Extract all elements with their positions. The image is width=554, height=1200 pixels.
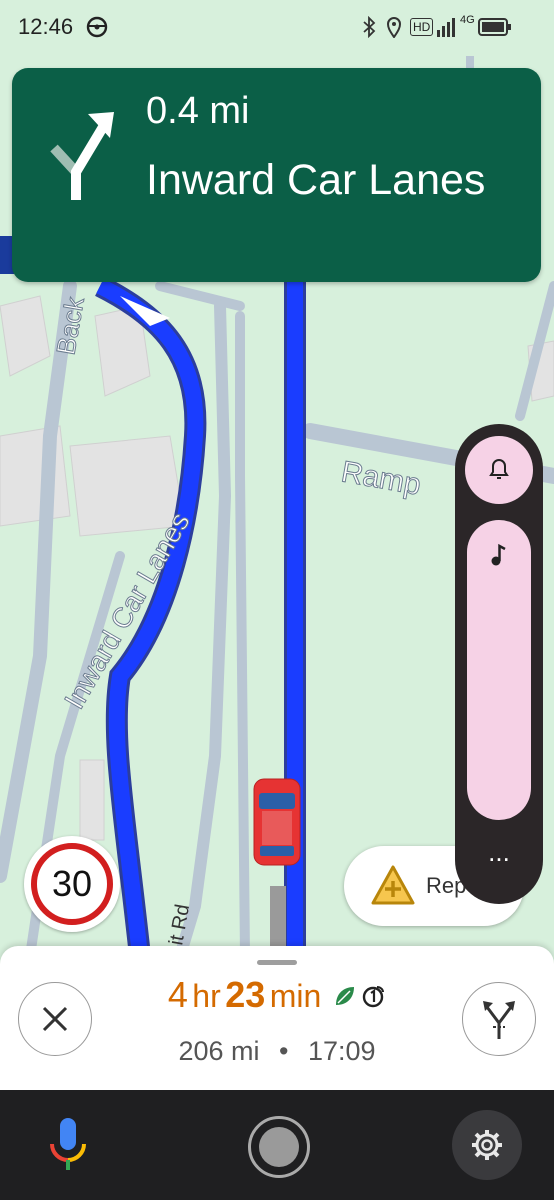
trip-distance: 206 mi <box>178 1036 260 1066</box>
trip-sheet[interactable]: 4 hr 23 min 206 mi • 17:09 <box>0 946 554 1090</box>
hd-icon: HD <box>410 18 434 36</box>
eta-minutes: 23 <box>225 974 266 1015</box>
arrival-time: 17:09 <box>307 1036 376 1066</box>
status-bar: 12:46 HD 4G <box>0 0 554 56</box>
signal-icon <box>437 18 455 37</box>
bluetooth-icon <box>363 16 376 38</box>
more-icon[interactable]: ... <box>481 839 517 878</box>
location-icon <box>386 17 402 38</box>
home-icon <box>259 1127 299 1167</box>
eco-leaf-icon <box>335 987 354 1005</box>
4g-icon: 4G <box>460 14 475 26</box>
side-panel: ... <box>455 424 543 904</box>
navigation-banner[interactable]: 0.4 mi Inward Car Lanes <box>12 68 541 282</box>
route-option-icon <box>362 986 385 1008</box>
steering-wheel-icon <box>86 16 108 38</box>
report-hazard-icon <box>371 865 415 905</box>
car-icon <box>253 778 301 866</box>
mic-icon[interactable] <box>46 1114 90 1178</box>
music-note-icon <box>491 543 506 566</box>
maneuver-street: Inward Car Lanes <box>146 156 486 204</box>
home-button[interactable] <box>248 1116 310 1178</box>
music-panel[interactable] <box>467 520 531 820</box>
maneuver-distance: 0.4 mi <box>146 90 250 132</box>
alternate-routes-icon <box>483 1001 515 1039</box>
settings-icon <box>472 1130 502 1160</box>
battery-icon <box>478 18 511 36</box>
alternate-routes-button[interactable] <box>462 982 536 1056</box>
bottom-nav-bar <box>0 1090 554 1200</box>
turn-right-icon <box>50 112 114 200</box>
trip-separator: • <box>279 1036 289 1066</box>
eta-min-label: min <box>269 978 322 1014</box>
eta-hr-label: hr <box>192 978 221 1014</box>
speed-limit-sign: 30 <box>24 836 120 932</box>
settings-button[interactable] <box>452 1110 522 1180</box>
drag-handle[interactable] <box>257 960 297 965</box>
bell-button[interactable] <box>465 436 533 504</box>
eta-hours: 4 <box>167 974 188 1015</box>
status-time: 12:46 <box>18 14 74 39</box>
bell-icon <box>489 459 509 479</box>
speed-limit-value: 30 <box>31 843 113 925</box>
